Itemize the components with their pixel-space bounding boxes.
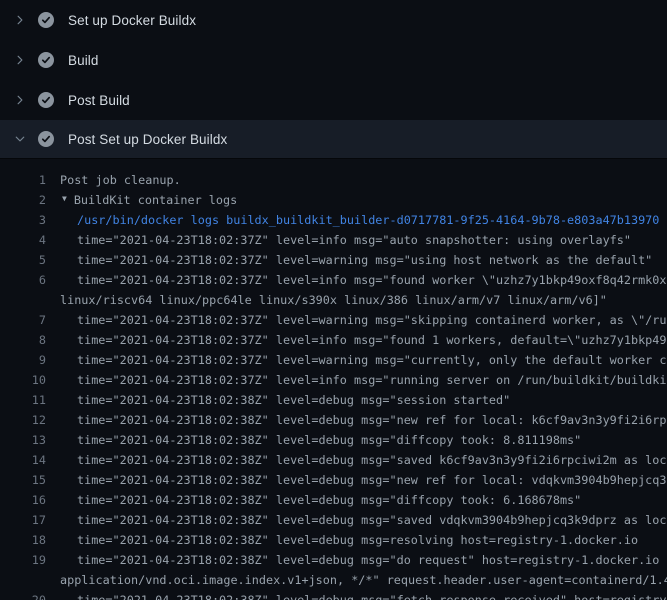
line-number[interactable]: 12 xyxy=(0,410,46,430)
log-line: 12 ▼ time="2021-04-23T18:02:38Z" level=d… xyxy=(0,410,667,430)
log-text: time="2021-04-23T18:02:37Z" level=warnin… xyxy=(46,350,667,370)
step-label: Post Build xyxy=(68,93,130,108)
line-number[interactable]: 3 xyxy=(0,210,46,230)
line-number[interactable]: 10 xyxy=(0,370,46,390)
check-circle-icon xyxy=(38,52,54,68)
log-text: time="2021-04-23T18:02:37Z" level=warnin… xyxy=(46,310,667,330)
step-label: Set up Docker Buildx xyxy=(68,13,196,28)
log-line: 7 ▼ time="2021-04-23T18:02:37Z" level=wa… xyxy=(0,310,667,330)
step-list: Set up Docker Buildx Build Post Build xyxy=(0,0,667,159)
log-text: time="2021-04-23T18:02:37Z" level=warnin… xyxy=(46,250,652,270)
log-text: time="2021-04-23T18:02:38Z" level=debug … xyxy=(46,470,667,490)
line-number[interactable]: 15 xyxy=(0,470,46,490)
log-text: time="2021-04-23T18:02:38Z" level=debug … xyxy=(46,410,667,430)
log-line: 9 ▼ time="2021-04-23T18:02:37Z" level=wa… xyxy=(0,350,667,370)
log-line: 6 ▼ time="2021-04-23T18:02:37Z" level=in… xyxy=(0,270,667,290)
step-row-2[interactable]: Post Build xyxy=(0,80,667,120)
log-text: application/vnd.oci.image.index.v1+json,… xyxy=(46,570,667,590)
log-line: 18 ▼ time="2021-04-23T18:02:38Z" level=d… xyxy=(0,530,667,550)
log-text: time="2021-04-23T18:02:38Z" level=debug … xyxy=(46,530,638,550)
log-line: 10 ▼ time="2021-04-23T18:02:37Z" level=i… xyxy=(0,370,667,390)
log-line: 14 ▼ time="2021-04-23T18:02:38Z" level=d… xyxy=(0,450,667,470)
line-number[interactable]: 19 xyxy=(0,550,46,570)
step-row-3[interactable]: Post Set up Docker Buildx xyxy=(0,120,667,159)
line-number[interactable]: 11 xyxy=(0,390,46,410)
step-row-0[interactable]: Set up Docker Buildx xyxy=(0,0,667,40)
line-number[interactable]: 7 xyxy=(0,310,46,330)
log-text: time="2021-04-23T18:02:38Z" level=debug … xyxy=(46,450,667,470)
log-line: 11 ▼ time="2021-04-23T18:02:38Z" level=d… xyxy=(0,390,667,410)
line-number[interactable]: 6 xyxy=(0,270,46,290)
log-text: BuildKit container logs xyxy=(67,190,237,210)
log-line: 16 ▼ time="2021-04-23T18:02:38Z" level=d… xyxy=(0,490,667,510)
chevron-down-icon xyxy=(12,131,28,147)
check-circle-icon xyxy=(38,92,54,108)
log-text: Post job cleanup. xyxy=(46,170,181,190)
step-label: Post Set up Docker Buildx xyxy=(68,132,227,147)
line-number[interactable]: 9 xyxy=(0,350,46,370)
log-text: linux/riscv64 linux/ppc64le linux/s390x … xyxy=(46,290,607,310)
line-number[interactable]: 1 xyxy=(0,170,46,190)
chevron-right-icon xyxy=(12,12,28,28)
log-line: 8 ▼ time="2021-04-23T18:02:37Z" level=in… xyxy=(0,330,667,350)
log-text: time="2021-04-23T18:02:37Z" level=info m… xyxy=(46,370,667,390)
chevron-right-icon xyxy=(12,52,28,68)
log-text: time="2021-04-23T18:02:38Z" level=debug … xyxy=(46,490,581,510)
log-line[interactable]: 2 ▼ BuildKit container logs xyxy=(0,190,667,210)
log-line: 1 ▼ Post job cleanup. xyxy=(0,170,667,190)
line-number[interactable]: 5 xyxy=(0,250,46,270)
log-line: 3 ▼ /usr/bin/docker logs buildx_buildkit… xyxy=(0,210,667,230)
step-label: Build xyxy=(68,53,99,68)
log-text: time="2021-04-23T18:02:38Z" level=debug … xyxy=(46,510,667,530)
line-number[interactable]: 14 xyxy=(0,450,46,470)
log-line: 4 ▼ time="2021-04-23T18:02:37Z" level=in… xyxy=(0,230,667,250)
log-line: 13 ▼ time="2021-04-23T18:02:38Z" level=d… xyxy=(0,430,667,450)
log-line: 19 ▼ time="2021-04-23T18:02:38Z" level=d… xyxy=(0,550,667,570)
log-text: time="2021-04-23T18:02:38Z" level=debug … xyxy=(46,550,667,570)
check-circle-icon xyxy=(38,12,54,28)
log-line: 20 ▼ time="2021-04-23T18:02:38Z" level=d… xyxy=(0,590,667,600)
log-text: time="2021-04-23T18:02:38Z" level=debug … xyxy=(46,590,667,600)
log-text: time="2021-04-23T18:02:37Z" level=info m… xyxy=(46,270,667,290)
log-text: time="2021-04-23T18:02:38Z" level=debug … xyxy=(46,390,510,410)
line-number[interactable]: 2 xyxy=(0,190,46,210)
log-text: /usr/bin/docker logs buildx_buildkit_bui… xyxy=(46,210,659,230)
log-line: 15 ▼ time="2021-04-23T18:02:38Z" level=d… xyxy=(0,470,667,490)
line-number[interactable]: 20 xyxy=(0,590,46,600)
line-number[interactable]: 16 xyxy=(0,490,46,510)
step-row-1[interactable]: Build xyxy=(0,40,667,80)
log-line: ▼ linux/riscv64 linux/ppc64le linux/s390… xyxy=(0,290,667,310)
log-text: time="2021-04-23T18:02:37Z" level=info m… xyxy=(46,330,667,350)
log-line: ▼ application/vnd.oci.image.index.v1+jso… xyxy=(0,570,667,590)
line-number xyxy=(0,570,46,590)
log-line: 5 ▼ time="2021-04-23T18:02:37Z" level=wa… xyxy=(0,250,667,270)
log-lines: 1 ▼ Post job cleanup. 2 ▼ BuildKit conta… xyxy=(0,170,667,600)
chevron-right-icon xyxy=(12,92,28,108)
log-line: 17 ▼ time="2021-04-23T18:02:38Z" level=d… xyxy=(0,510,667,530)
line-number[interactable]: 8 xyxy=(0,330,46,350)
log-text: time="2021-04-23T18:02:38Z" level=debug … xyxy=(46,430,581,450)
line-number[interactable]: 4 xyxy=(0,230,46,250)
line-number xyxy=(0,290,46,310)
line-number[interactable]: 17 xyxy=(0,510,46,530)
log-text: time="2021-04-23T18:02:37Z" level=info m… xyxy=(46,230,631,250)
actions-log-viewer: Set up Docker Buildx Build Post Build xyxy=(0,0,667,600)
line-number[interactable]: 18 xyxy=(0,530,46,550)
check-circle-icon xyxy=(38,131,54,147)
group-collapse-triangle-icon: ▼ xyxy=(46,190,67,209)
log-panel: 1 ▼ Post job cleanup. 2 ▼ BuildKit conta… xyxy=(0,159,667,600)
line-number[interactable]: 13 xyxy=(0,430,46,450)
